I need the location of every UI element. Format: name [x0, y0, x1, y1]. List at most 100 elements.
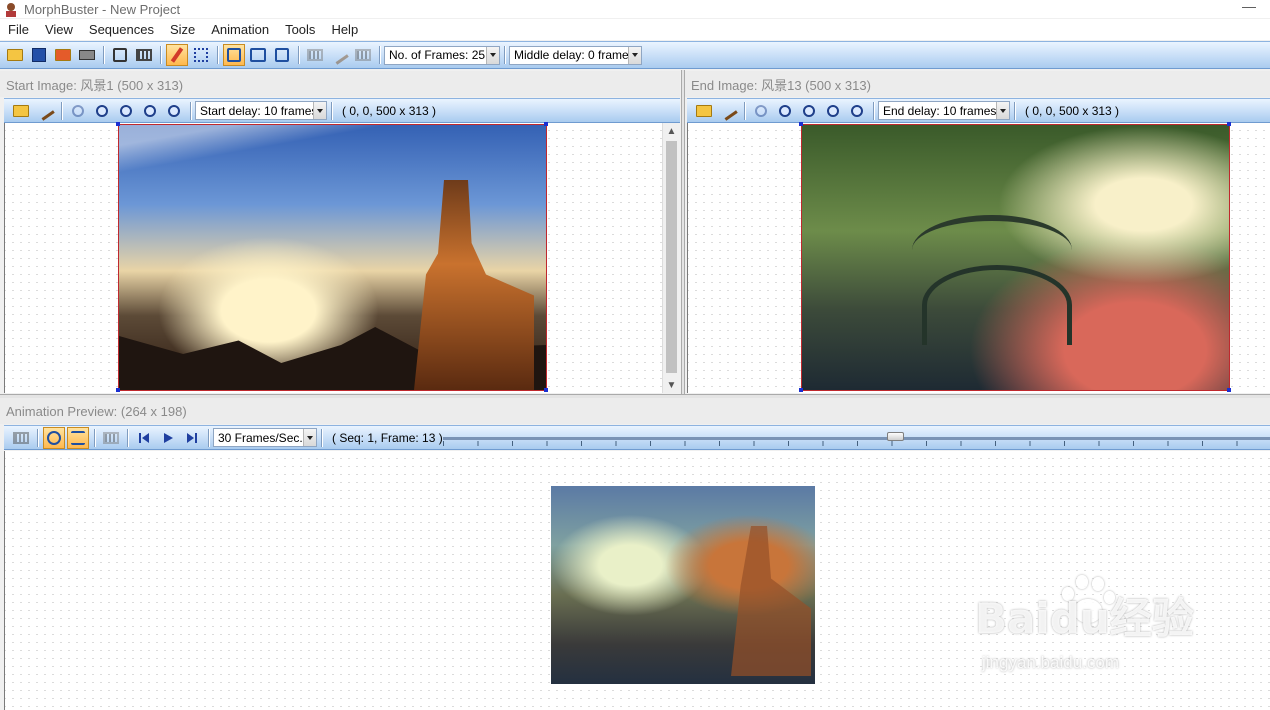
select-dotted-icon	[194, 48, 208, 62]
save-button[interactable]	[28, 44, 50, 66]
toolbar-separator	[744, 101, 745, 120]
grid-alt-button[interactable]	[352, 44, 374, 66]
first-frame-button[interactable]	[133, 427, 155, 449]
resize-handle[interactable]	[544, 122, 548, 126]
zoom-actual-button[interactable]	[91, 100, 113, 122]
resize-handle[interactable]	[799, 388, 803, 392]
menu-view[interactable]: View	[37, 22, 81, 37]
edit-start-button[interactable]	[34, 100, 56, 122]
grid-button[interactable]	[304, 44, 326, 66]
scroll-thumb[interactable]	[666, 141, 677, 373]
start-image-title: Start Image: 风景1 (500 x 313)	[0, 71, 680, 97]
film-icon	[13, 431, 29, 444]
select-button[interactable]	[190, 44, 212, 66]
end-image[interactable]	[801, 124, 1230, 391]
ping-pong-icon	[71, 430, 85, 445]
export-icon	[55, 49, 71, 61]
load-start-button[interactable]	[10, 100, 32, 122]
play-button[interactable]	[157, 427, 179, 449]
zoom-out-button[interactable]	[846, 100, 868, 122]
chevron-down-icon[interactable]	[628, 46, 641, 64]
settings-button[interactable]	[109, 44, 131, 66]
zoom-one-button[interactable]	[798, 100, 820, 122]
zoom-one-button[interactable]	[115, 100, 137, 122]
dual-view-button[interactable]	[223, 44, 245, 66]
chevron-down-icon[interactable]	[486, 46, 499, 64]
split-view-button[interactable]	[247, 44, 269, 66]
grid-icon	[307, 49, 323, 61]
open-project-button[interactable]	[4, 44, 26, 66]
grid-icon	[103, 431, 119, 444]
menu-size[interactable]: Size	[162, 22, 203, 37]
load-end-button[interactable]	[693, 100, 715, 122]
frames-combo[interactable]: No. of Frames: 25	[384, 45, 500, 65]
ping-pong-button[interactable]	[67, 426, 89, 449]
zoom-fit-button[interactable]	[750, 100, 772, 122]
last-frame-button[interactable]	[181, 427, 203, 449]
resize-handle[interactable]	[544, 388, 548, 392]
end-delay-combo[interactable]: End delay: 10 frames	[878, 101, 1010, 120]
chevron-down-icon[interactable]	[303, 429, 316, 446]
vertical-splitter[interactable]	[681, 70, 685, 396]
zoom-one-icon	[120, 104, 132, 117]
start-scrollbar[interactable]: ▲ ▼	[662, 123, 679, 393]
end-delay-value: End delay: 10 frames	[883, 103, 997, 118]
skip-back-icon	[139, 432, 149, 443]
blended-rock	[731, 526, 811, 676]
toolbar-separator	[208, 428, 209, 447]
zoom-in-button[interactable]	[822, 100, 844, 122]
title-bar: MorphBuster - New Project —	[0, 0, 1270, 18]
toolbar-separator	[61, 101, 62, 120]
toolbar-separator	[94, 428, 95, 447]
menu-bar: File View Sequences Size Animation Tools…	[0, 19, 1270, 40]
resize-handle[interactable]	[1227, 388, 1231, 392]
app-icon	[6, 3, 16, 17]
toolbar-separator	[1014, 101, 1015, 120]
resize-handle[interactable]	[799, 122, 803, 126]
toolbar-separator	[321, 428, 322, 447]
grid-button[interactable]	[100, 427, 122, 449]
scroll-up-icon[interactable]: ▲	[663, 123, 680, 139]
frame-slider-thumb[interactable]	[887, 432, 904, 441]
film-button[interactable]	[133, 44, 155, 66]
menu-file[interactable]: File	[0, 22, 37, 37]
zoom-in-button[interactable]	[139, 100, 161, 122]
frame-slider-track[interactable]	[443, 437, 1270, 440]
fps-value: 30 Frames/Sec.	[218, 430, 303, 445]
zoom-out-button[interactable]	[163, 100, 185, 122]
loop-button[interactable]	[43, 426, 65, 449]
export-button[interactable]	[52, 44, 74, 66]
chevron-down-icon[interactable]	[313, 102, 326, 119]
scroll-down-icon[interactable]: ▼	[663, 377, 680, 393]
single-view-button[interactable]	[271, 44, 293, 66]
start-image[interactable]	[118, 124, 547, 391]
resize-handle[interactable]	[116, 122, 120, 126]
curve-button[interactable]	[328, 44, 350, 66]
frame-status: ( Seq: 1, Frame: 13 )	[332, 430, 443, 445]
menu-tools[interactable]: Tools	[277, 22, 323, 37]
resize-handle[interactable]	[1227, 122, 1231, 126]
dual-view-icon	[227, 48, 241, 62]
resize-handle[interactable]	[116, 388, 120, 392]
zoom-actual-icon	[779, 104, 791, 117]
zoom-fit-icon	[755, 104, 767, 117]
open-folder-icon	[13, 104, 29, 117]
chevron-down-icon[interactable]	[996, 102, 1009, 119]
edit-end-button[interactable]	[717, 100, 739, 122]
start-delay-combo[interactable]: Start delay: 10 frames	[195, 101, 327, 120]
menu-help[interactable]: Help	[323, 22, 366, 37]
draw-line-button[interactable]	[166, 44, 188, 66]
menu-sequences[interactable]: Sequences	[81, 22, 162, 37]
film-button[interactable]	[10, 427, 32, 449]
menu-animation[interactable]: Animation	[203, 22, 277, 37]
fps-combo[interactable]: 30 Frames/Sec.	[213, 428, 317, 447]
zoom-actual-button[interactable]	[774, 100, 796, 122]
print-icon	[79, 50, 95, 60]
curve-icon	[329, 45, 349, 65]
zoom-fit-button[interactable]	[67, 100, 89, 122]
minimize-button[interactable]: —	[1242, 0, 1256, 14]
toolbar-separator	[127, 428, 128, 447]
toolbar-separator	[379, 46, 380, 64]
print-button[interactable]	[76, 44, 98, 66]
middle-delay-combo[interactable]: Middle delay: 0 frames	[509, 45, 642, 65]
